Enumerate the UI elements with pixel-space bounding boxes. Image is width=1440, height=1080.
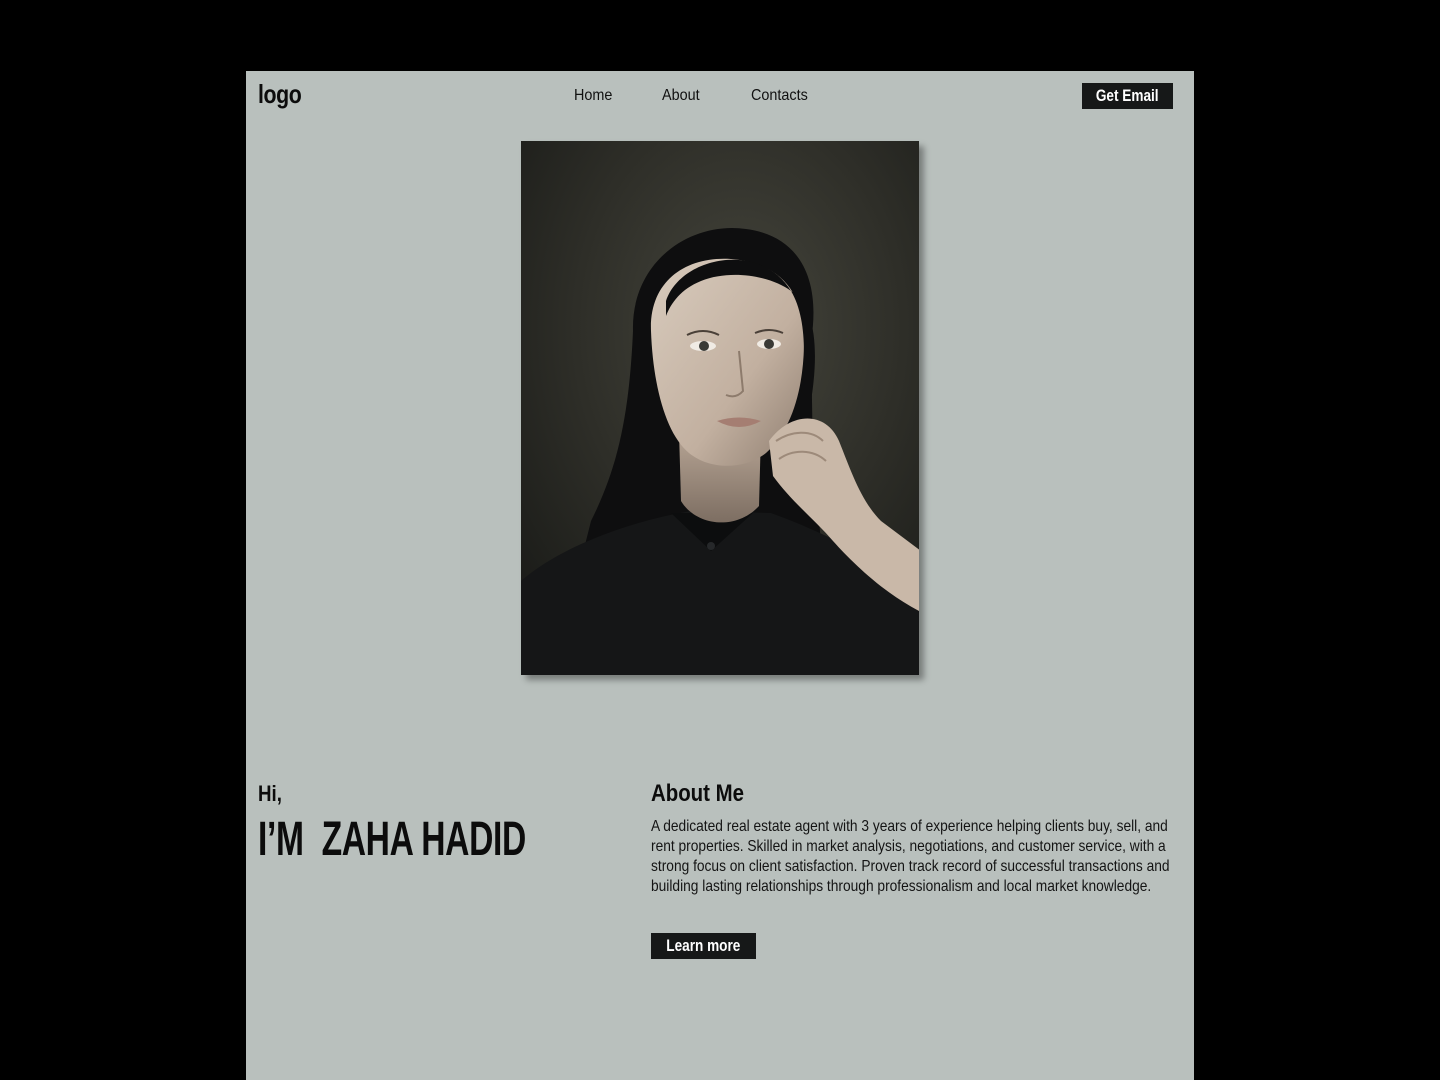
- landing-page: logo Home About Contacts Get Email REAL …: [246, 71, 1194, 1080]
- main-nav: Home About Contacts: [246, 87, 1194, 107]
- hero-title-text: REAL ESTATE AGENT: [520, 562, 1178, 721]
- get-email-label: Get Email: [1096, 86, 1159, 105]
- nav-home-link[interactable]: Home: [574, 87, 612, 105]
- nav-contacts-link[interactable]: Contacts: [751, 87, 808, 105]
- about-description: A dedicated real estate agent with 3 yea…: [651, 818, 1170, 895]
- greeting-text: Hi,: [258, 781, 282, 806]
- get-email-button[interactable]: Get Email: [1082, 83, 1173, 109]
- about-heading: About Me: [651, 780, 744, 807]
- learn-more-label: Learn more: [666, 936, 741, 955]
- nav-about-link[interactable]: About: [662, 87, 700, 105]
- hero-title: REAL ESTATE AGENT: [246, 567, 1194, 717]
- agent-name: I’M ZAHA HADID: [258, 813, 526, 866]
- learn-more-button[interactable]: Learn more: [651, 933, 756, 959]
